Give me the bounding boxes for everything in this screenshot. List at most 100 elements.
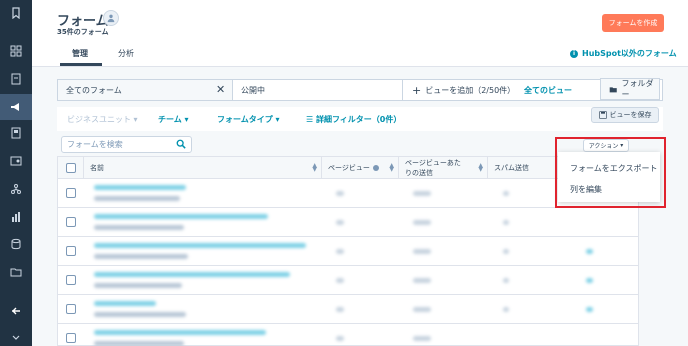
row-checkbox[interactable] bbox=[66, 275, 76, 285]
automation-icon[interactable] bbox=[0, 176, 32, 202]
user-icon bbox=[107, 14, 115, 23]
form-name[interactable] bbox=[94, 272, 290, 277]
table-row[interactable] bbox=[58, 295, 638, 324]
row-checkbox[interactable] bbox=[66, 246, 76, 256]
contacts-icon[interactable] bbox=[0, 66, 32, 92]
search-input[interactable] bbox=[62, 137, 168, 152]
folder-button[interactable]: フォルダー bbox=[600, 78, 660, 100]
folder-icon bbox=[609, 86, 617, 92]
table-row[interactable] bbox=[58, 179, 638, 208]
filter-team[interactable]: チーム ▾ bbox=[158, 114, 189, 125]
tab-analyze[interactable]: 分析 bbox=[118, 48, 134, 59]
sort-icon: ▲ ▼ bbox=[389, 162, 394, 173]
all-views-link[interactable]: 全てのビュー bbox=[524, 80, 572, 100]
close-icon[interactable]: ✕ bbox=[216, 83, 225, 96]
save-view-label: ビューを保存 bbox=[609, 111, 652, 119]
page-views-value bbox=[336, 278, 344, 283]
chevron-down-icon[interactable] bbox=[0, 330, 32, 346]
commerce-icon[interactable] bbox=[0, 148, 32, 174]
form-count: 35件のフォーム bbox=[57, 28, 109, 36]
form-meta bbox=[94, 225, 184, 230]
main-area: フォーム 35件のフォーム フォームを作成 管理 分析 i HubSpot以外の… bbox=[32, 0, 688, 346]
column-name-label: 名前 bbox=[90, 164, 104, 172]
search-box bbox=[61, 136, 192, 153]
add-view-label: ビューを追加（2/50件） bbox=[425, 85, 516, 95]
form-meta bbox=[94, 196, 180, 201]
spam-value bbox=[503, 278, 509, 283]
non-hubspot-forms-label: HubSpot以外のフォーム bbox=[582, 49, 677, 58]
column-page-views-label: ページビュー bbox=[328, 164, 370, 172]
submission-rate-value bbox=[413, 307, 431, 312]
filter-team-label: チーム bbox=[158, 115, 182, 124]
forms-table: 名前 ▲ ▼ ページビュー ▲ ▼ ページビューあたりの送信 ▲ ▼ スパム送信 bbox=[57, 156, 639, 346]
non-hubspot-forms-link[interactable]: i HubSpot以外のフォーム bbox=[570, 48, 677, 59]
avatar[interactable] bbox=[103, 10, 119, 26]
table-header: 名前 ▲ ▼ ページビュー ▲ ▼ ページビューあたりの送信 ▲ ▼ スパム送信 bbox=[58, 157, 638, 179]
highlight-box bbox=[555, 137, 666, 208]
page-views-value bbox=[336, 336, 344, 341]
folder-label: フォルダー bbox=[621, 79, 654, 99]
table-row[interactable] bbox=[58, 324, 638, 346]
view-tab-all-forms-label: 全てのフォーム bbox=[66, 85, 122, 95]
table-row[interactable] bbox=[58, 208, 638, 237]
folder-icon[interactable] bbox=[0, 259, 32, 285]
page-views-value bbox=[336, 220, 344, 225]
form-name[interactable] bbox=[94, 185, 186, 190]
row-checkbox[interactable] bbox=[66, 333, 76, 343]
content-icon[interactable] bbox=[0, 120, 32, 146]
tab-manage[interactable]: 管理 bbox=[72, 48, 88, 59]
submission-rate-value bbox=[413, 278, 431, 283]
view-tabs: 全てのフォーム ✕ 公開中 + ビューを追加（2/50件） 全てのビュー bbox=[57, 79, 663, 101]
spam-value bbox=[503, 191, 509, 196]
sort-icon: ▲ ▼ bbox=[478, 162, 483, 173]
column-submissions-per-view-label: ページビューあたりの送信 bbox=[405, 159, 461, 177]
sort-icon: ▲ ▼ bbox=[312, 162, 317, 173]
view-tab-published[interactable]: 公開中 bbox=[233, 80, 403, 100]
marketing-icon[interactable] bbox=[0, 94, 32, 120]
save-icon bbox=[598, 111, 607, 119]
grid-icon[interactable] bbox=[0, 38, 32, 64]
column-name[interactable]: 名前 ▲ ▼ bbox=[84, 157, 322, 179]
database-icon[interactable] bbox=[0, 231, 32, 257]
column-spam-submissions-label: スパム送信 bbox=[494, 164, 529, 172]
submission-rate-value bbox=[413, 220, 431, 225]
add-view-button[interactable]: + ビューを追加（2/50件） bbox=[412, 80, 515, 100]
submission-rate-value bbox=[413, 249, 431, 254]
reports-icon[interactable] bbox=[0, 204, 32, 230]
row-checkbox[interactable] bbox=[66, 217, 76, 227]
create-form-button[interactable]: フォームを作成 bbox=[602, 14, 664, 32]
form-name[interactable] bbox=[94, 330, 266, 335]
info-icon bbox=[372, 165, 379, 171]
filter-advanced-label: 詳細フィルター（0件） bbox=[315, 115, 402, 124]
table-row[interactable] bbox=[58, 237, 638, 266]
row-checkbox[interactable] bbox=[66, 304, 76, 314]
form-meta bbox=[94, 312, 186, 317]
view-tab-all-forms[interactable]: 全てのフォーム ✕ bbox=[58, 80, 233, 100]
form-meta bbox=[94, 283, 182, 288]
filter-advanced[interactable]: ☰ 詳細フィルター（0件） bbox=[306, 114, 401, 125]
column-page-views[interactable]: ページビュー ▲ ▼ bbox=[322, 157, 399, 179]
form-name[interactable] bbox=[94, 214, 268, 219]
search-icon[interactable] bbox=[176, 139, 186, 151]
submission-rate-value bbox=[413, 191, 431, 196]
column-submissions-per-view[interactable]: ページビューあたりの送信 ▲ ▼ bbox=[399, 157, 488, 179]
header-checkbox-cell bbox=[58, 157, 84, 179]
row-link-value bbox=[586, 307, 593, 312]
row-link-value bbox=[586, 278, 593, 283]
table-row[interactable] bbox=[58, 266, 638, 295]
filter-form-type[interactable]: フォームタイプ ▾ bbox=[217, 114, 280, 125]
spam-value bbox=[503, 307, 509, 312]
form-name[interactable] bbox=[94, 301, 156, 306]
row-checkbox[interactable] bbox=[66, 188, 76, 198]
form-meta bbox=[94, 254, 188, 259]
save-view-button[interactable]: ビューを保存 bbox=[591, 107, 659, 123]
page-views-value bbox=[336, 249, 344, 254]
select-all-checkbox[interactable] bbox=[66, 163, 76, 173]
filter-business-unit[interactable]: ビジネスユニット ▾ bbox=[67, 114, 138, 125]
filter-business-unit-label: ビジネスユニット bbox=[67, 115, 131, 124]
form-name[interactable] bbox=[94, 243, 306, 248]
collapse-icon[interactable] bbox=[0, 298, 32, 324]
bookmark-icon[interactable] bbox=[0, 0, 32, 26]
filter-bar: ビジネスユニット ▾ チーム ▾ フォームタイプ ▾ ☰ 詳細フィルター（0件） bbox=[57, 107, 663, 131]
spam-value bbox=[503, 249, 509, 254]
